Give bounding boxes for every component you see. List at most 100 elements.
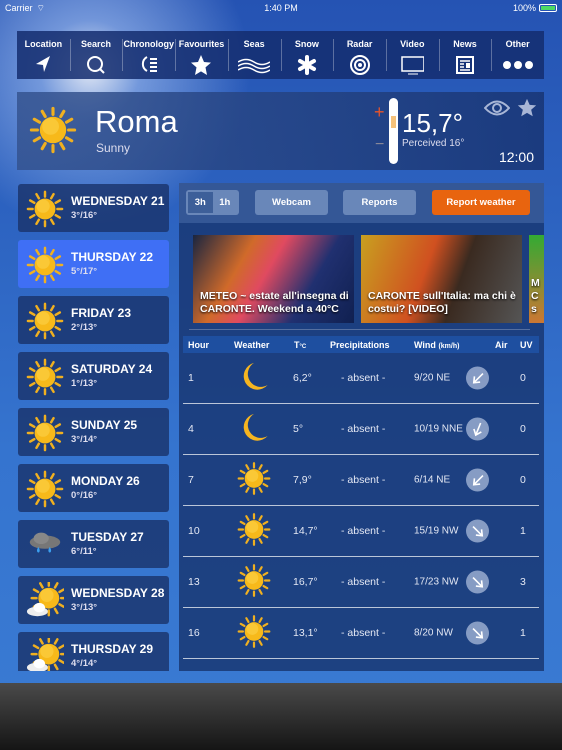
- day-name: SATURDAY 24: [71, 362, 153, 376]
- detail-panel: 3h 1h Webcam Reports Report weather METE…: [179, 183, 544, 671]
- star-icon: [191, 55, 212, 75]
- bottom-bar: [0, 683, 562, 750]
- day-name: SUNDAY 25: [71, 418, 138, 432]
- search-icon: [87, 56, 105, 74]
- wind: 9/20 NE: [414, 372, 451, 384]
- interval-1h-button[interactable]: 1h: [213, 192, 238, 213]
- col-temp-unit: °C: [299, 343, 307, 350]
- day-item[interactable]: TUESDAY 27 6°/11°: [18, 520, 169, 568]
- wind-direction-icon: [466, 366, 489, 390]
- news-card[interactable]: CARONTE sull'Italia: ma chi è costui? [V…: [361, 235, 522, 323]
- col-wind-unit: (km/h): [438, 342, 460, 350]
- reports-button[interactable]: Reports: [343, 190, 416, 215]
- sun-icon: [237, 462, 271, 499]
- clock: 1:40 PM: [264, 3, 298, 13]
- wind: 17/23 NW: [414, 576, 459, 588]
- day-name: TUESDAY 27: [71, 530, 144, 544]
- table-row[interactable]: 4 5° - absent - 10/19 NNE 0: [183, 404, 539, 455]
- temperature: 13,1°: [293, 627, 318, 639]
- precipitation: - absent -: [341, 474, 386, 486]
- moon-icon: [237, 411, 271, 448]
- webcam-button[interactable]: Webcam: [255, 190, 328, 215]
- day-item[interactable]: WEDNESDAY 28 3°/13°: [18, 576, 169, 624]
- table-row[interactable]: 1 6,2° - absent - 9/20 NE 0: [183, 353, 539, 404]
- perceived-temperature: Perceived 16°: [402, 138, 465, 149]
- day-item[interactable]: THURSDAY 22 5°/17°: [18, 240, 169, 288]
- nav-label: Location: [24, 39, 63, 49]
- precipitation: - absent -: [341, 525, 386, 537]
- day-temps: 1°/13°: [71, 378, 98, 389]
- col-air: Air: [495, 339, 508, 350]
- col-wind: Wind (km/h): [414, 340, 459, 350]
- waves-icon: [237, 58, 271, 74]
- day-temps: 5°/17°: [71, 266, 98, 277]
- nav-label: Snow: [294, 39, 319, 49]
- day-name: FRIDAY 23: [71, 306, 132, 320]
- col-weather: Weather: [234, 339, 270, 350]
- interval-3h-button[interactable]: 3h: [188, 192, 213, 213]
- news-card[interactable]: METEO ~ estate all'insegna di CARONTE. W…: [193, 235, 354, 323]
- nav-favourites[interactable]: Favourites: [175, 31, 228, 79]
- top-nav: Location Search Chronology Favourites Seas Sn…: [17, 31, 544, 79]
- nav-video[interactable]: Video: [385, 31, 439, 79]
- nav-label: Chronology: [123, 39, 175, 49]
- day-item[interactable]: FRIDAY 23 2°/13°: [18, 296, 169, 344]
- news-title: M C s: [531, 277, 540, 315]
- table-row[interactable]: 13 16,7° - absent - 17/23 NW 3: [183, 557, 539, 608]
- day-item[interactable]: SATURDAY 24 1°/13°: [18, 352, 169, 400]
- day-name: THURSDAY 22: [71, 250, 154, 264]
- wind-direction-icon: [466, 621, 489, 645]
- radar-icon: [349, 55, 370, 75]
- report-weather-button[interactable]: Report weather: [432, 190, 530, 215]
- favourite-star-icon[interactable]: [517, 98, 537, 118]
- table-row[interactable]: 16 13,1° - absent - 8/20 NW 1: [183, 608, 539, 659]
- temp-plus-button[interactable]: +: [374, 102, 385, 123]
- day-temps: 4°/14°: [71, 658, 98, 669]
- thermometer-slider[interactable]: [389, 98, 398, 164]
- news-carousel[interactable]: METEO ~ estate all'insegna di CARONTE. W…: [193, 235, 544, 323]
- uv-index: 1: [520, 525, 526, 537]
- day-temps: 0°/16°: [71, 490, 98, 501]
- chronology-icon: [141, 56, 157, 72]
- hour: 13: [188, 576, 200, 588]
- location-arrow-icon: [36, 56, 51, 72]
- day-name: MONDAY 26: [71, 474, 140, 488]
- status-bar: Carrier ⌔ 1:40 PM 100%: [0, 0, 562, 16]
- nav-search[interactable]: Search: [69, 31, 123, 79]
- col-temp: T°C: [294, 340, 306, 350]
- nav-label: Video: [400, 39, 425, 49]
- nav-location[interactable]: Location: [17, 31, 70, 79]
- nav-radar[interactable]: Radar: [333, 31, 386, 79]
- nav-news[interactable]: News: [438, 31, 492, 79]
- interval-toggle: 3h 1h: [186, 190, 239, 215]
- city-name: Roma: [95, 104, 178, 139]
- nav-label: Other: [505, 39, 530, 49]
- current-weather-panel: Roma Sunny + − 15,7° Perceived 16° 12:00: [17, 92, 544, 170]
- news-card[interactable]: M C s: [529, 235, 544, 323]
- eye-icon[interactable]: [484, 100, 510, 116]
- temperature: 5°: [293, 423, 304, 435]
- nav-snow[interactable]: Snow: [280, 31, 334, 79]
- table-row[interactable]: 7 7,9° - absent - 6/14 NE 0: [183, 455, 539, 506]
- wind-direction-icon: [466, 519, 489, 543]
- day-item[interactable]: MONDAY 26 0°/16°: [18, 464, 169, 512]
- temperature: 7,9°: [293, 474, 312, 486]
- day-item[interactable]: WEDNESDAY 21 3°/16°: [18, 184, 169, 232]
- precipitation: - absent -: [341, 423, 386, 435]
- col-hour: Hour: [188, 339, 209, 350]
- divider: [189, 329, 530, 330]
- table-row[interactable]: 10 14,7° - absent - 15/19 NW 1: [183, 506, 539, 557]
- nav-seas[interactable]: Seas: [227, 31, 281, 79]
- nav-chronology[interactable]: Chronology: [122, 31, 175, 79]
- day-item[interactable]: SUNDAY 25 3°/14°: [18, 408, 169, 456]
- day-item[interactable]: THURSDAY 29 4°/14°: [18, 632, 169, 671]
- hour: 7: [188, 474, 194, 486]
- sun-icon: [237, 564, 271, 601]
- more-dots-icon: [502, 61, 533, 69]
- table-header: Hour Weather T°C Precipitations Wind (km…: [183, 336, 539, 353]
- day-temps: 6°/11°: [71, 546, 97, 557]
- wind-direction-icon: [466, 570, 489, 594]
- nav-other[interactable]: Other: [491, 31, 544, 79]
- condition: Sunny: [96, 141, 131, 155]
- temp-minus-button[interactable]: −: [375, 136, 384, 154]
